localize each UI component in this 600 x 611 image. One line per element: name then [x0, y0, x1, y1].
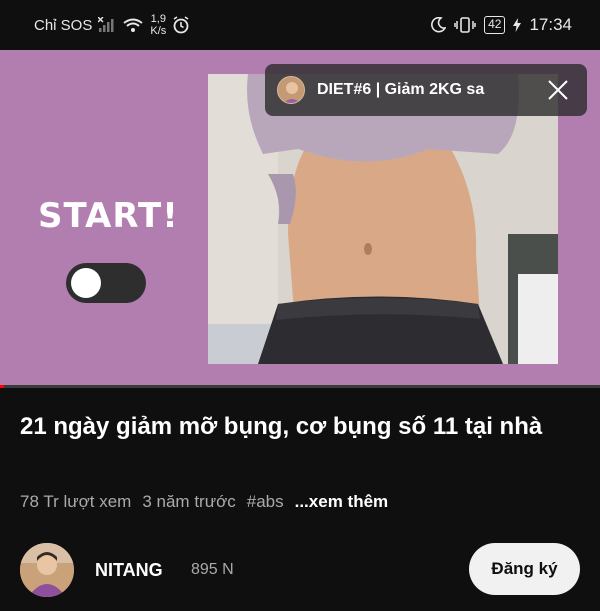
- channel-avatar[interactable]: [20, 543, 74, 597]
- channel-name[interactable]: NITANG: [95, 560, 163, 581]
- alarm-icon: [172, 16, 190, 34]
- video-frame-image: [208, 74, 558, 364]
- video-toggle-graphic: [66, 263, 146, 303]
- subscribe-button[interactable]: Đăng ký: [469, 543, 580, 595]
- moon-icon: [430, 17, 447, 33]
- status-bar: Chỉ SOS 1,9 K/s 42 17:34: [0, 0, 600, 50]
- vibrate-icon: [454, 17, 476, 33]
- signal-icon: [98, 17, 116, 33]
- speed-unit: K/s: [150, 25, 167, 37]
- view-count: 78 Tr lượt xem: [20, 492, 132, 511]
- battery-icon: 42: [484, 16, 506, 34]
- carrier-label: Chỉ SOS: [34, 16, 93, 34]
- hashtag-link[interactable]: #abs: [247, 492, 284, 512]
- speed-value: 1,9: [150, 13, 166, 25]
- mini-player-avatar: [277, 76, 305, 104]
- channel-row: NITANG 895 N Đăng ký: [0, 540, 600, 600]
- network-speed: 1,9 K/s: [150, 13, 166, 37]
- close-icon[interactable]: [545, 77, 571, 103]
- subscriber-count: 895 N: [191, 561, 234, 578]
- video-progress-played: [0, 385, 5, 388]
- show-more-link[interactable]: ...xem thêm: [295, 492, 389, 512]
- video-progress-bar[interactable]: [0, 385, 600, 388]
- charging-icon: [513, 18, 522, 32]
- clock: 17:34: [529, 15, 572, 34]
- toggle-knob: [71, 268, 101, 298]
- upload-age: 3 năm trước: [142, 492, 236, 511]
- video-player[interactable]: START! DIET#6 | Giảm 2KG sa: [0, 50, 600, 385]
- wifi-icon: [122, 17, 144, 33]
- mini-player-bar[interactable]: DIET#6 | Giảm 2KG sa: [265, 64, 587, 116]
- video-title[interactable]: 21 ngày giảm mỡ bụng, cơ bụng số 11 tại …: [20, 410, 585, 443]
- mini-player-title: DIET#6 | Giảm 2KG sa: [317, 81, 485, 98]
- video-meta[interactable]: 78 Tr lượt xem 3 năm trước #abs ...xem t…: [20, 492, 388, 512]
- video-overlay-text: START!: [38, 196, 179, 236]
